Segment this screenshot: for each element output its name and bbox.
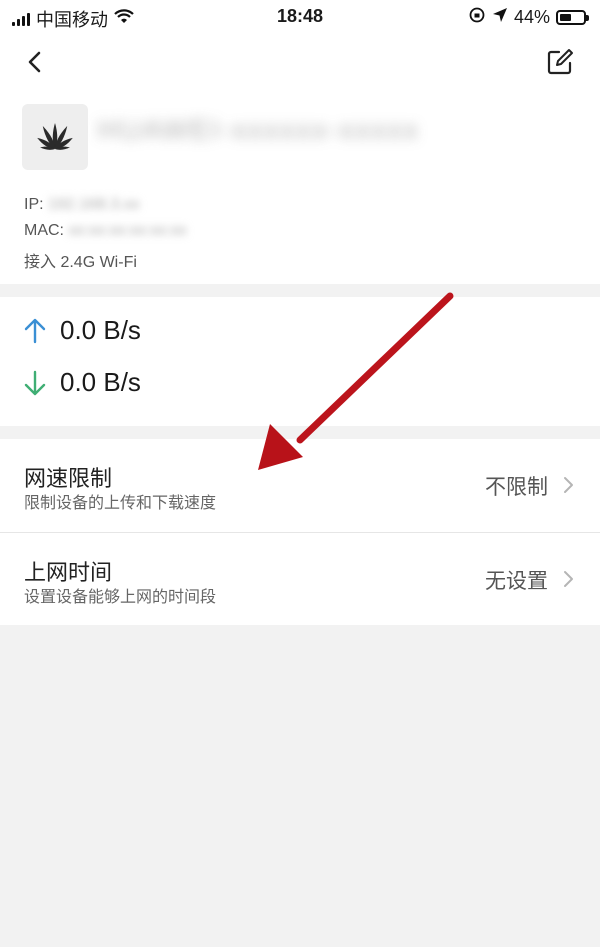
location-icon: [492, 7, 508, 28]
speed-card: 0.0 B/s 0.0 B/s: [0, 297, 600, 426]
upload-arrow-icon: [24, 318, 46, 343]
device-ip: IP: 192.168.3.xx: [24, 196, 140, 214]
mac-value: xx:xx:xx:xx:xx:xx: [68, 222, 187, 239]
download-arrow-icon: [24, 370, 46, 395]
online-time-subtitle: 设置设备能够上网的时间段: [24, 589, 217, 606]
download-speed-row: 0.0 B/s: [22, 367, 141, 398]
speed-limit-value: 不限制: [485, 476, 548, 499]
nav-header: [0, 34, 600, 100]
device-mac: MAC: xx:xx:xx:xx:xx:xx: [24, 222, 187, 240]
battery-percent: 44%: [513, 7, 550, 27]
download-speed: 0.0 B/s: [60, 367, 141, 397]
device-name: HUAWEI-xxxxxx-xxxxx: [98, 114, 420, 145]
huawei-logo-icon: [37, 123, 73, 150]
ip-value: 192.168.3.xx: [48, 196, 140, 213]
edit-button[interactable]: [542, 44, 578, 80]
device-band: 接入 2.4G Wi-Fi: [24, 254, 137, 271]
settings-card: 网速限制 限制设备的上传和下载速度 不限制 上网时间 设置设备能够上网的时间段 …: [0, 439, 600, 625]
upload-speed-row: 0.0 B/s: [22, 315, 141, 346]
edit-icon: [547, 49, 573, 75]
online-time-value: 无设置: [485, 570, 548, 593]
device-logo: [22, 104, 88, 170]
upload-speed: 0.0 B/s: [60, 315, 141, 345]
back-button[interactable]: [18, 44, 54, 80]
battery-icon: [556, 10, 589, 25]
mac-label: MAC:: [24, 222, 64, 239]
ip-label: IP:: [24, 196, 44, 213]
speed-limit-subtitle: 限制设备的上传和下载速度: [24, 495, 217, 512]
chevron-right-icon: [564, 477, 573, 493]
online-time-row[interactable]: 上网时间 设置设备能够上网的时间段 无设置: [0, 532, 600, 625]
chevron-right-icon: [564, 571, 573, 587]
status-bar: 中国移动 18:48 44%: [0, 0, 600, 34]
device-info-card: HUAWEI-xxxxxx-xxxxx IP: 192.168.3.xx MAC…: [0, 100, 600, 284]
orientation-lock-icon: [468, 6, 486, 29]
chevron-left-icon: [28, 51, 41, 73]
status-bar-right: 44%: [468, 6, 589, 29]
speed-limit-row[interactable]: 网速限制 限制设备的上传和下载速度 不限制: [0, 439, 600, 532]
